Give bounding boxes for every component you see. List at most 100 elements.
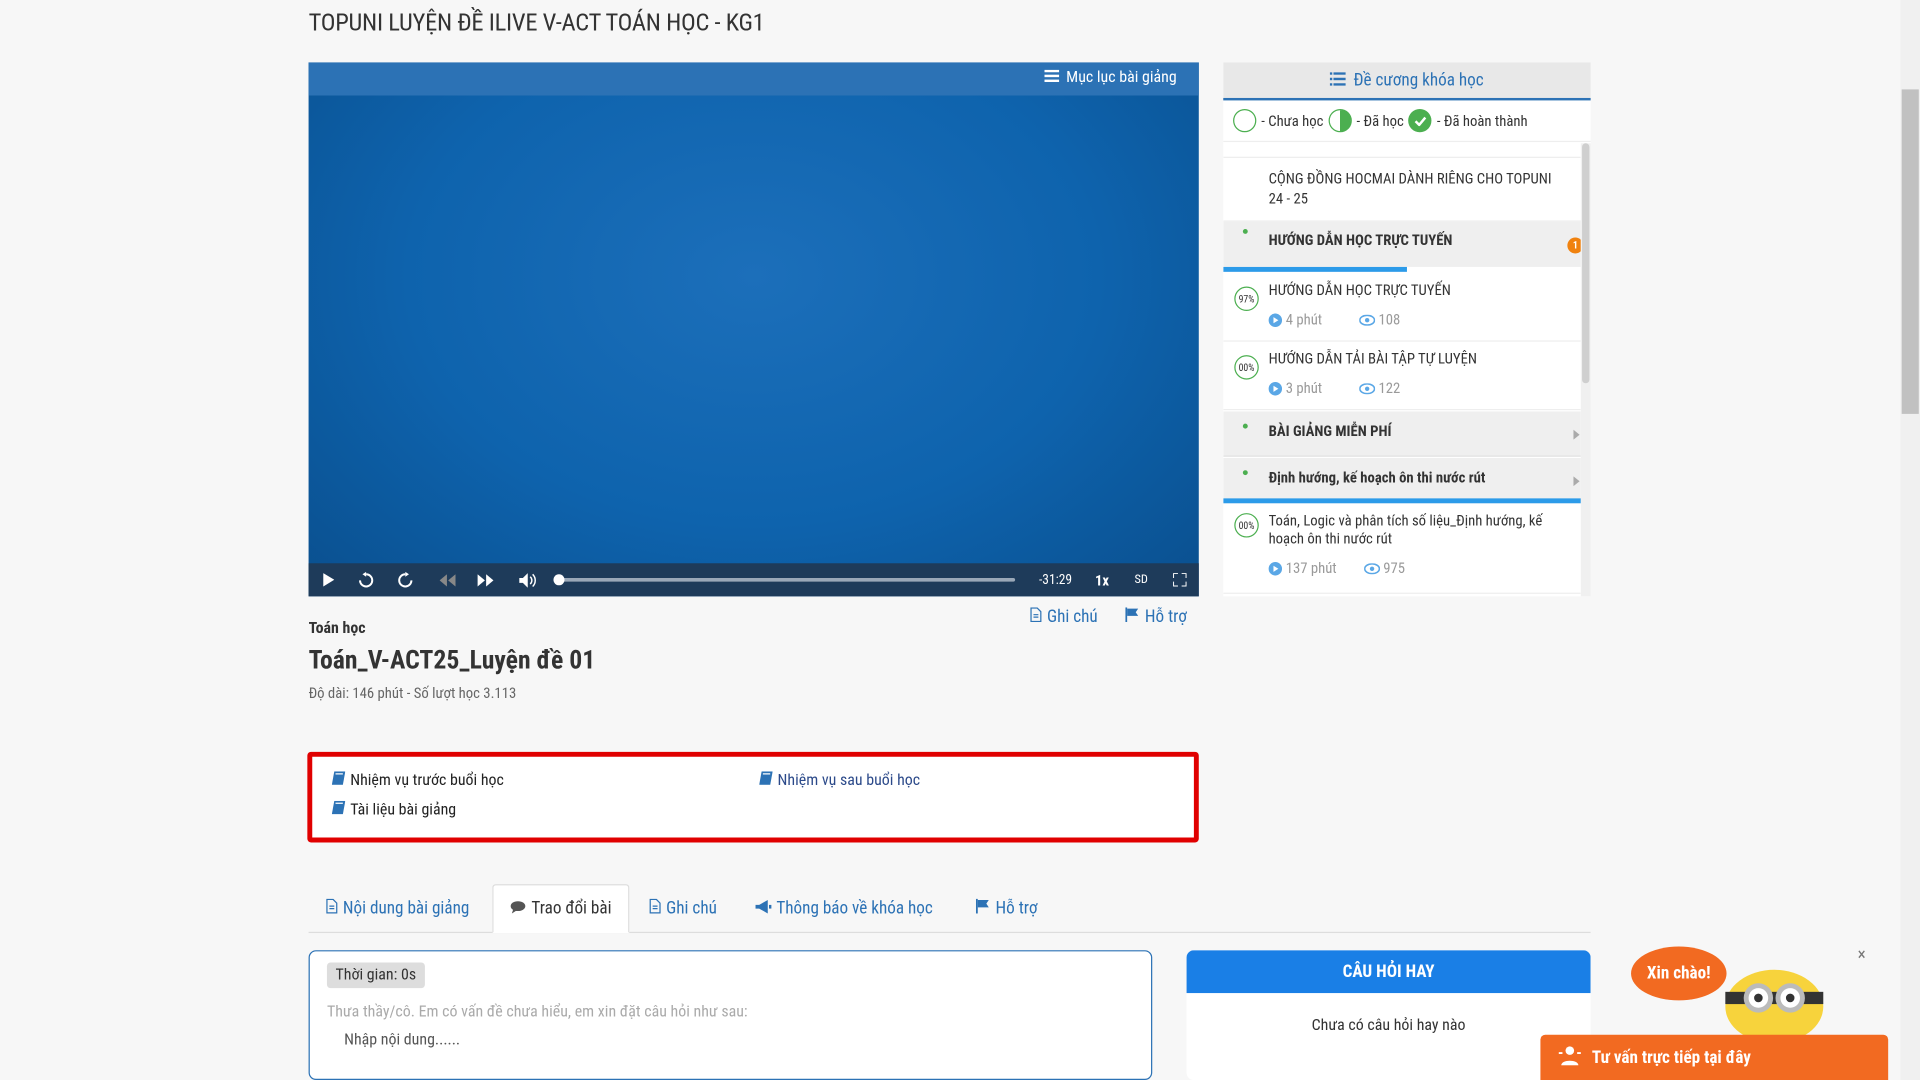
player-top-bar: Mục lục bài giảng	[308, 62, 1199, 96]
lesson-label: HƯỚNG DẪN HỌC TRỰC TUYẾN	[1268, 281, 1451, 299]
support-person-icon	[1558, 1045, 1582, 1069]
outline-list: CỘNG ĐỒNG HOCMAI DÀNH RIÊNG CHO TOPUNI 2…	[1223, 143, 1581, 596]
chevron-right-icon	[1573, 476, 1580, 487]
tab-notes[interactable]: Ghi chú	[632, 884, 734, 933]
eye-icon	[1358, 382, 1375, 394]
tab-course-announcements[interactable]: Thông báo về khóa học	[738, 884, 950, 933]
book-icon	[331, 800, 346, 819]
tab-label: Nội dung bài giảng	[342, 898, 470, 919]
lesson-tabs: Nội dung bài giảng Trao đổi bài Ghi chú …	[308, 884, 1591, 934]
task-after-link[interactable]: Nhiệm vụ sau buổi học	[759, 771, 921, 790]
question-hint: Thưa thầy/cô. Em có vấn đề chưa hiểu, em…	[326, 1002, 748, 1022]
lesson-item[interactable]: 00% HƯỚNG DẪN TẢI BÀI TẬP TỰ LUYỆN 3 phú…	[1223, 343, 1581, 411]
forward-10-icon[interactable]	[394, 563, 416, 596]
status-dot-icon	[1242, 228, 1248, 234]
chevron-right-icon	[1573, 429, 1580, 440]
legend-completed: - Đã hoàn thành	[1436, 112, 1528, 130]
flag-icon	[1125, 607, 1140, 627]
tab-label: Thông báo về khóa học	[776, 898, 933, 919]
section-progress-bar	[1223, 498, 1581, 504]
play-circle-icon	[1268, 312, 1283, 327]
tasks-box: Nhiệm vụ trước buổi học Nhiệm vụ sau buổ…	[307, 751, 1199, 843]
list-item-label: CỘNG ĐỒNG HOCMAI DÀNH RIÊNG CHO TOPUNI 2…	[1268, 170, 1552, 207]
lesson-item[interactable]: 97% HƯỚNG DẪN HỌC TRỰC TUYẾN 4 phút 108	[1223, 274, 1581, 342]
chat-close-button[interactable]: ×	[1858, 945, 1866, 965]
progress-bar[interactable]	[553, 574, 1016, 586]
menu-icon	[1044, 69, 1059, 87]
status-dot-icon	[1242, 470, 1248, 476]
previous-icon[interactable]	[436, 563, 458, 596]
minion-mascot-icon[interactable]	[1719, 955, 1829, 1044]
lesson-duration: Độ dài: 146 phút - Số lượt học 3.113	[308, 684, 517, 702]
section-label: Định hướng, kế hoạch ôn thi nước rút	[1268, 468, 1486, 487]
section-exam-plan[interactable]: Định hướng, kế hoạch ôn thi nước rút	[1223, 457, 1581, 504]
lesson-label-line1: Toán, Logic và phân tích số liệu_Định hư…	[1268, 511, 1543, 529]
outline-header: Đề cương khóa học	[1223, 62, 1591, 101]
file-icon	[326, 898, 338, 919]
outline-scroll-thumb[interactable]	[1582, 143, 1590, 384]
tab-label: Ghi chú	[666, 898, 717, 919]
support-link[interactable]: Hỗ trợ	[1125, 607, 1187, 627]
comments-icon	[510, 899, 527, 919]
task-after-label: Nhiệm vụ sau buổi học	[777, 771, 921, 790]
next-icon[interactable]	[474, 563, 496, 596]
tab-label: Trao đổi bài	[531, 898, 612, 919]
support-label: Hỗ trợ	[1144, 607, 1187, 627]
lecture-docs-link[interactable]: Tài liệu bài giảng	[331, 800, 456, 819]
page-title: TOPUNI LUYỆN ĐỀ ILIVE V-ACT TOÁN HỌC - K…	[308, 7, 765, 37]
section-free-lectures[interactable]: BÀI GIẢNG MIỄN PHÍ	[1223, 411, 1581, 457]
rewind-10-icon[interactable]	[355, 563, 377, 596]
section-progress-bar	[1223, 266, 1407, 272]
quality-button[interactable]: SD	[1128, 563, 1155, 596]
file-icon	[649, 898, 661, 919]
tab-support[interactable]: Hỗ trợ	[959, 884, 1055, 933]
volume-icon[interactable]	[517, 563, 539, 596]
list-item[interactable]: CỘNG ĐỒNG HOCMAI DÀNH RIÊNG CHO TOPUNI 2…	[1223, 159, 1581, 222]
note-link[interactable]: Ghi chú	[1030, 607, 1098, 627]
live-chat-label: Tư vấn trực tiếp tại đây	[1591, 1047, 1751, 1068]
greeting-bubble[interactable]: Xin chào!	[1631, 946, 1727, 1001]
course-outline-panel: Đề cương khóa học - Chưa học - Đã học - …	[1223, 62, 1591, 597]
lesson-item[interactable]: 00% Toán, Logic và phân tích số liệu_Địn…	[1223, 506, 1581, 594]
speed-button[interactable]: 1x	[1089, 563, 1116, 596]
count-badge: 1	[1567, 237, 1581, 254]
outline-scrollbar[interactable]	[1580, 143, 1591, 597]
legend-not-learned: - Chưa học	[1261, 112, 1324, 130]
progress-knob[interactable]	[553, 574, 565, 586]
lesson-title: Toán_V-ACT25_Luyện đề 01	[308, 646, 596, 676]
toc-button[interactable]: Mục lục bài giảng	[1044, 69, 1177, 87]
player-controls: -31:29 1x SD	[308, 563, 1199, 597]
video-player[interactable]: Mục lục bài giảng -31:29 1x SD	[308, 62, 1199, 597]
play-circle-icon	[1268, 561, 1283, 575]
page-scrollbar[interactable]	[1900, 0, 1920, 1080]
lesson-label: HƯỚNG DẪN TẢI BÀI TẬP TỰ LUYỆN	[1268, 350, 1477, 368]
section-online-guide[interactable]: HƯỚNG DẪN HỌC TRỰC TUYẾN 1	[1223, 221, 1581, 267]
duration-meta: 137 phút	[1268, 560, 1337, 577]
fullscreen-icon[interactable]	[1168, 563, 1190, 596]
hot-questions-panel: CÂU HỎI HAY Chưa có câu hỏi hay nào	[1186, 950, 1591, 1080]
time-remaining: -31:29	[1038, 571, 1073, 588]
outline-legend: - Chưa học - Đã học - Đã hoàn thành	[1223, 100, 1591, 143]
note-label: Ghi chú	[1046, 607, 1098, 627]
eye-icon	[1363, 562, 1380, 574]
live-chat-bar[interactable]: Tư vấn trực tiếp tại đây	[1540, 1034, 1889, 1080]
tab-lecture-content[interactable]: Nội dung bài giảng	[309, 884, 487, 933]
task-before-link[interactable]: Nhiệm vụ trước buổi học	[331, 771, 504, 790]
book-icon	[331, 771, 346, 789]
page-scroll-thumb[interactable]	[1901, 89, 1919, 414]
hot-questions-empty: Chưa có câu hỏi hay nào	[1311, 1016, 1466, 1035]
list-item-partial	[1223, 143, 1581, 158]
tab-discussion[interactable]: Trao đổi bài	[492, 884, 630, 934]
progress-circle-icon: 00%	[1234, 513, 1259, 538]
list-icon	[1330, 70, 1347, 90]
question-input[interactable]: Nhập nội dung......	[344, 1031, 460, 1049]
duration-meta: 4 phút	[1268, 311, 1322, 328]
completed-check-icon	[1408, 108, 1432, 133]
toc-label: Mục lục bài giảng	[1066, 68, 1177, 87]
play-icon[interactable]	[318, 563, 338, 596]
views-meta: 122	[1358, 380, 1400, 397]
not-learned-circle-icon	[1233, 108, 1257, 133]
file-icon	[1030, 607, 1042, 627]
progress-circle-icon: 97%	[1234, 286, 1259, 312]
hot-questions-title: CÂU HỎI HAY	[1186, 950, 1591, 994]
